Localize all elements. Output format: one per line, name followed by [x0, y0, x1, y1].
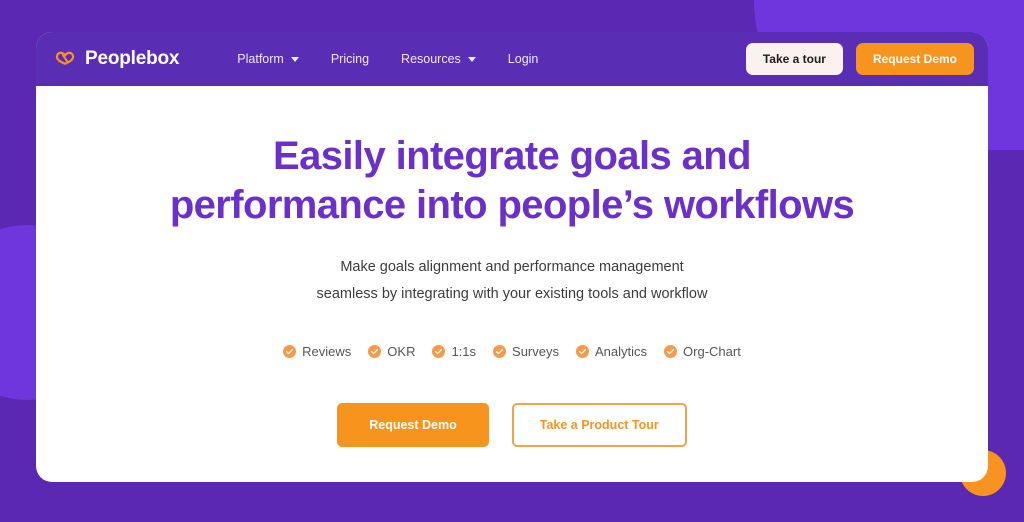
feature-item-okr: OKR	[368, 344, 415, 359]
feature-item-1on1s-label: 1:1s	[451, 344, 477, 359]
brand-name: Peoplebox	[85, 48, 180, 69]
primary-navigation: Platform Pricing Resources Login	[221, 46, 554, 72]
feature-item-surveys-label: Surveys	[512, 344, 559, 359]
feature-item-org-chart: Org-Chart	[664, 344, 741, 359]
check-circle-icon	[283, 345, 297, 358]
brand-logo[interactable]: Peoplebox	[54, 48, 179, 70]
chevron-down-icon	[467, 56, 476, 62]
check-circle-icon	[576, 345, 589, 358]
check-circle-icon	[432, 345, 446, 358]
feature-item-org-chart-label: Org-Chart	[683, 344, 741, 359]
take-a-tour-button[interactable]: Take a tour	[745, 43, 843, 75]
hero-title-line-1: Easily integrate goals and	[273, 134, 752, 178]
take-a-product-tour-button[interactable]: Take a Product Tour	[511, 403, 687, 447]
request-demo-button-hero[interactable]: Request Demo	[337, 403, 489, 447]
nav-item-platform-label: Platform	[237, 52, 284, 66]
hero-card: Peoplebox Platform Pricing Resources Log…	[36, 32, 988, 482]
peoplebox-logo-icon	[54, 48, 76, 70]
request-demo-button-header[interactable]: Request Demo	[855, 43, 974, 75]
nav-item-resources[interactable]: Resources	[385, 46, 492, 72]
check-circle-icon	[493, 345, 507, 358]
feature-item-surveys: Surveys	[493, 344, 559, 359]
navbar: Peoplebox Platform Pricing Resources Log…	[36, 32, 988, 86]
feature-item-okr-label: OKR	[387, 344, 416, 359]
feature-item-analytics: Analytics	[576, 344, 647, 359]
feature-list: Reviews OKR 1:1s Surveys Analytics Org-C…	[36, 344, 988, 359]
chevron-down-icon	[290, 56, 299, 62]
nav-item-login[interactable]: Login	[492, 46, 555, 72]
navbar-actions: Take a tour Request Demo	[745, 43, 974, 75]
nav-item-pricing-label: Pricing	[330, 52, 370, 66]
feature-item-analytics-label: Analytics	[595, 344, 648, 359]
feature-item-reviews-label: Reviews	[302, 344, 352, 359]
feature-item-reviews: Reviews	[283, 344, 351, 359]
nav-item-resources-label: Resources	[401, 52, 461, 66]
hero-subtitle-line-2: seamless by integrating with your existi…	[316, 286, 708, 303]
hero-title-line-2: performance into people’s workflows	[169, 183, 855, 228]
nav-item-platform[interactable]: Platform	[221, 46, 315, 72]
nav-item-pricing[interactable]: Pricing	[315, 46, 385, 72]
hero-section: Easily integrate goals and performance i…	[36, 86, 988, 447]
nav-item-login-label: Login	[507, 52, 539, 66]
check-circle-icon	[368, 345, 382, 358]
page-title: Easily integrate goals and performance i…	[36, 132, 988, 230]
hero-subtitle-line-1: Make goals alignment and performance man…	[340, 259, 684, 276]
check-circle-icon	[664, 345, 678, 358]
cta-row: Request Demo Take a Product Tour	[36, 403, 988, 447]
hero-subtitle: Make goals alignment and performance man…	[36, 254, 988, 308]
feature-item-1on1s: 1:1s	[432, 344, 476, 359]
